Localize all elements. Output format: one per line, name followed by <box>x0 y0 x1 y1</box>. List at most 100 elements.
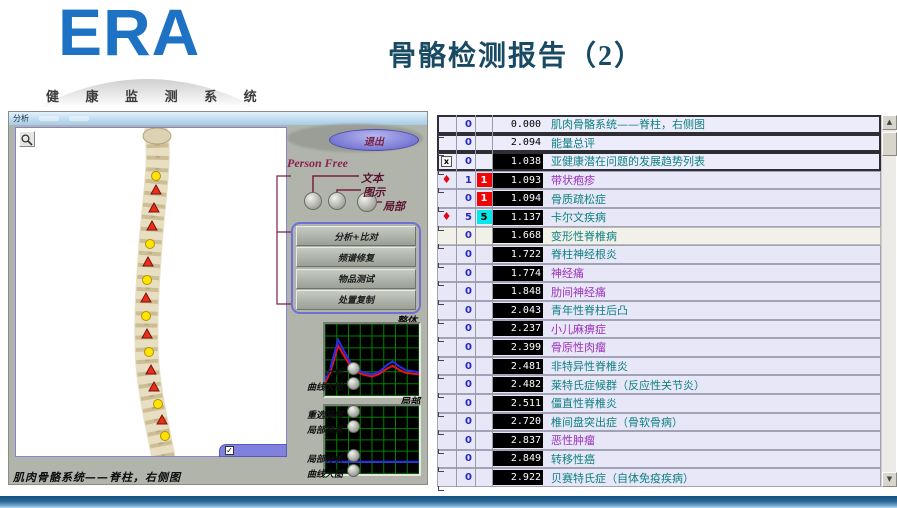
scroll-up-icon[interactable]: ▲ <box>882 115 897 130</box>
item-test-button[interactable]: 物品测试 <box>296 269 416 289</box>
row-badge-cell <box>476 282 493 301</box>
spine-image <box>16 128 286 456</box>
row-badge-cell <box>476 375 493 394</box>
scrollbar-thumb[interactable] <box>882 132 897 156</box>
row-name[interactable]: 僵直性脊椎炎 <box>543 395 881 411</box>
table-row[interactable]: 02.922贝赛特氏症（自体免疫疾病） <box>437 468 881 487</box>
table-row[interactable]: 02.720椎间盘突出症（骨软骨病） <box>437 413 881 432</box>
row-name[interactable]: 恶性肿瘤 <box>543 432 881 448</box>
table-row[interactable]: x01.038亚健康潜在问题的发展趋势列表 <box>437 152 881 171</box>
row-value: 2.511 <box>493 396 543 411</box>
row-name[interactable]: 肋间神经痛 <box>543 284 881 300</box>
table-row[interactable]: 02.837恶性肿瘤 <box>437 431 881 450</box>
row-name[interactable]: 带状疱疹 <box>543 172 881 188</box>
row-value-cell: 1.137 <box>493 208 543 227</box>
row-name[interactable]: 青年性脊柱后凸 <box>543 302 881 318</box>
spectrum-repair-button[interactable]: 频谱修复 <box>296 247 416 267</box>
row-name[interactable]: 变形性脊椎病 <box>543 228 881 244</box>
table-row[interactable]: ♦551.137卡尔文疾病 <box>437 208 881 227</box>
spine-point-circle[interactable] <box>145 348 154 357</box>
exit-button[interactable]: 退出 <box>329 129 419 151</box>
row-name[interactable]: 转移性癌 <box>543 451 881 467</box>
row-value-cell: 0.000 <box>493 115 543 134</box>
row-name[interactable]: 莱特氏症候群（反应性关节炎） <box>543 377 881 393</box>
table-row[interactable]: 02.094能量总评 <box>437 134 881 153</box>
row-name[interactable]: 非特异性脊椎炎 <box>543 358 881 374</box>
table-row[interactable]: 01.848肋间神经痛 <box>437 282 881 301</box>
row-name[interactable]: 能量总评 <box>543 135 881 151</box>
table-row[interactable]: ♦111.093带状疱疹 <box>437 171 881 190</box>
x-marker-icon[interactable]: x <box>441 156 452 167</box>
table-row[interactable]: 02.481非特异性脊椎炎 <box>437 357 881 376</box>
row-icon-cell <box>437 431 457 450</box>
spine-point-circle[interactable] <box>152 172 161 181</box>
spine-point-circle[interactable] <box>142 312 151 321</box>
curve-large-button-1[interactable] <box>347 377 360 390</box>
row-value-cell: 2.094 <box>493 134 543 153</box>
curve-large-label-2: 曲线大图 <box>291 467 343 480</box>
table-row[interactable]: 00.000肌肉骨骼系统——脊柱，右侧图 <box>437 115 881 134</box>
row-count: 0 <box>457 394 476 413</box>
scroll-down-icon[interactable]: ▼ <box>882 472 897 487</box>
titlebar-decor <box>69 116 89 121</box>
row-count: 0 <box>457 357 476 376</box>
row-count: 0 <box>457 468 476 487</box>
table-row[interactable]: 011.094骨质疏松症 <box>437 189 881 208</box>
local-prepare-button[interactable] <box>347 420 360 433</box>
analysis-side-label: 分析 <box>291 365 343 378</box>
local-analysis-button[interactable] <box>347 449 360 462</box>
row-icon-cell <box>437 189 457 208</box>
row-name[interactable]: 脊柱神经根炎 <box>543 246 881 262</box>
row-badge-cell <box>476 338 493 357</box>
table-row[interactable]: 0 2.511僵直性脊椎炎 <box>437 394 881 413</box>
footer-bar <box>0 496 897 508</box>
analyze-compare-button[interactable]: 分析+比对 <box>296 226 416 246</box>
radio-graphic[interactable] <box>328 192 346 210</box>
row-name[interactable]: 椎间盘突出症（骨软骨病） <box>543 414 881 430</box>
row-badge-cell <box>476 450 493 469</box>
spine-point-circle[interactable] <box>161 432 170 441</box>
table-row[interactable]: 02.399骨原性肉瘤 <box>437 338 881 357</box>
spine-point-circle[interactable] <box>154 400 163 409</box>
action-button-frame: 分析+比对 频谱修复 物品测试 处置复制 <box>291 222 421 314</box>
viewer-corner-tab[interactable]: ✓ <box>219 444 287 457</box>
radio-text[interactable] <box>304 192 322 210</box>
row-name[interactable]: 卡尔文疾病 <box>543 209 881 225</box>
row-icon-cell <box>437 413 457 432</box>
row-name[interactable]: 亚健康潜在问题的发展趋势列表 <box>543 153 881 169</box>
analysis-side-button[interactable] <box>347 362 360 375</box>
reselect-local-button[interactable] <box>347 405 360 418</box>
row-value: 2.720 <box>493 414 543 429</box>
disposal-copy-button[interactable]: 处置复制 <box>296 290 416 310</box>
row-count: 5 <box>457 208 476 227</box>
magnifier-button[interactable] <box>19 131 35 147</box>
row-count: 0 <box>457 431 476 450</box>
row-value: 1.668 <box>493 228 543 243</box>
table-scrollbar[interactable]: ▲ ▼ <box>881 115 896 487</box>
row-badge-cell <box>476 264 493 283</box>
table-row[interactable]: 01.722脊柱神经根炎 <box>437 245 881 264</box>
row-icon-cell <box>437 264 457 283</box>
row-name[interactable]: 肌肉骨骼系统——脊柱，右侧图 <box>543 116 881 132</box>
table-row[interactable]: 01.668变形性脊椎病 <box>437 227 881 246</box>
table-row[interactable]: 02.482莱特氏症候群（反应性关节炎） <box>437 375 881 394</box>
table-row[interactable]: 01.774神经痛 <box>437 264 881 283</box>
row-name[interactable]: 骨质疏松症 <box>543 191 881 207</box>
spine-point-circle[interactable] <box>146 240 155 249</box>
reselect-local-label: 重选局部 <box>291 408 343 421</box>
spine-viewer: ✓ <box>15 127 287 457</box>
spine-point-circle[interactable] <box>143 276 152 285</box>
row-name[interactable]: 小儿麻痹症 <box>543 321 881 337</box>
era-logo: ERA 健 康 监 测 系 统 <box>36 6 258 108</box>
row-badge-cell: 1 <box>476 189 493 208</box>
row-name[interactable]: 神经痛 <box>543 265 881 281</box>
table-row[interactable]: 02.849转移性癌 <box>437 450 881 469</box>
table-row[interactable]: 02.237小儿麻痹症 <box>437 320 881 339</box>
row-name[interactable]: 骨原性肉瘤 <box>543 339 881 355</box>
curve-large-button-2[interactable] <box>347 464 360 477</box>
viewer-checkbox-icon[interactable]: ✓ <box>225 446 234 455</box>
row-name[interactable]: 贝赛特氏症（自体免疫疾病） <box>543 470 881 486</box>
table-row[interactable]: 02.043青年性脊柱后凸 <box>437 301 881 320</box>
row-value-cell: 2.237 <box>493 320 543 339</box>
row-icon-cell <box>437 245 457 264</box>
